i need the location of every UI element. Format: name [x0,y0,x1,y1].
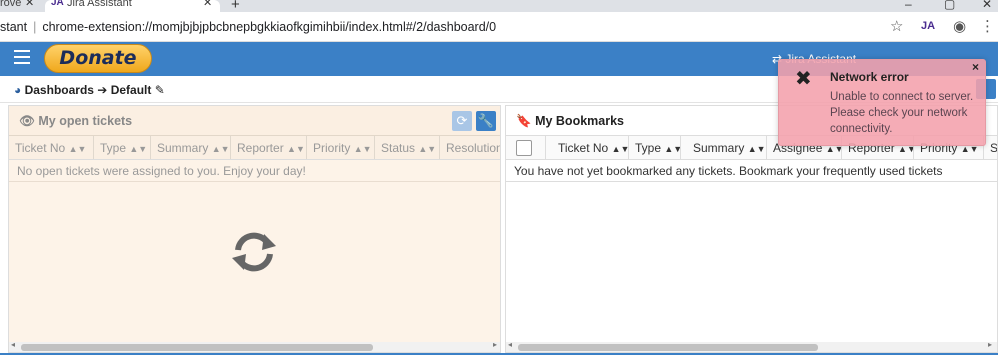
eye-icon: 👁 [19,114,35,128]
column-header[interactable]: Ticket No ▲▼ [546,136,629,159]
breadcrumb-current: Default [110,83,152,97]
minimize-icon[interactable]: – [905,0,912,11]
url-separator: | [33,20,37,34]
wrench-icon: 🔧 [477,113,495,128]
panel-title-text: My Bookmarks [535,114,624,128]
column-label: Type [635,141,662,155]
column-label: Summary [157,141,209,155]
loading-spinner-icon [232,232,276,272]
horizontal-scrollbar[interactable]: ◂ ▸ [9,340,500,352]
row-divider [506,181,997,182]
scrollbar-thumb[interactable] [518,344,818,351]
toast-close-button[interactable]: × [972,60,979,74]
donate-button[interactable]: Donate [44,44,152,73]
sort-icon: ▲▼ [211,144,230,154]
scroll-right-icon[interactable]: ▸ [988,340,992,349]
sort-icon: ▲▼ [287,144,305,154]
column-header[interactable]: Reporter ▲▼ [231,136,307,159]
jira-assistant-favicon-icon: JA [51,0,64,8]
scroll-left-icon[interactable]: ◂ [508,340,512,349]
tab-label: Jira Assistant [67,0,132,9]
column-header[interactable]: Resolution [440,136,500,159]
settings-button[interactable]: 🔧 [476,111,496,131]
sort-icon: ▲▼ [68,144,87,154]
panel-header: 👁 My open tickets ⟳ 🔧 [9,106,500,136]
column-header[interactable]: Status ▲▼ [375,136,440,159]
column-header[interactable]: Type ▲▼ [629,136,681,159]
column-label: Resolution [446,141,500,155]
sort-icon: ▲▼ [747,144,766,154]
tab-label: rove [0,0,22,9]
url-text: chrome-extension://momjbjbjpbcbnepbgkkia… [42,20,497,34]
edit-icon[interactable]: ✎ [155,83,165,97]
url-field[interactable]: stant | chrome-extension://momjbjbjpbcbnep… [0,20,496,34]
column-header[interactable]: Type ▲▼ [94,136,151,159]
refresh-button[interactable]: ⟳ [452,111,472,131]
refresh-icon: ⟳ [456,113,468,128]
bookmark-icon: 🔖 [516,114,532,128]
profile-icon[interactable]: ◉ [953,17,966,35]
new-tab-icon[interactable]: + [231,0,240,12]
empty-message: You have not yet bookmarked any tickets.… [514,164,943,178]
close-window-icon[interactable]: ✕ [982,0,992,11]
bookmark-star-icon[interactable]: ☆ [890,17,903,35]
maximize-icon[interactable]: ▢ [944,0,955,11]
sort-icon: ▲▼ [129,144,148,154]
column-header[interactable]: Summary ▲▼ [681,136,767,159]
column-label: Reporter [237,141,284,155]
select-all-column [506,136,546,159]
my-open-tickets-panel: 👁 My open tickets ⟳ 🔧 Ticket No ▲▼ Type … [8,105,501,353]
column-header[interactable]: Summary ▲▼ [151,136,231,159]
sort-icon: ▲▼ [664,144,681,154]
close-tab-icon[interactable]: ✕ [203,0,212,9]
scroll-left-icon[interactable]: ◂ [11,340,15,349]
empty-message: No open tickets were assigned to you. En… [17,164,306,178]
url-prefix: stant [0,20,28,34]
toast-title: Network error [830,70,909,84]
panel-title: 🔖 My Bookmarks [516,114,624,129]
browser-tabstrip: rove ✕ JA Jira Assistant ✕ + – ▢ ✕ [0,0,998,12]
select-all-checkbox[interactable] [516,140,532,156]
close-tab-icon[interactable]: ✕ [25,0,34,9]
column-label: Summary [693,141,745,155]
jira-assistant-extension-icon[interactable]: JA [921,20,935,32]
column-label: Ticket No [558,141,609,155]
breadcrumb-dashboards[interactable]: Dashboards [25,83,94,97]
panel-title: 👁 My open tickets [19,114,132,129]
column-header[interactable]: Priority ▲▼ [307,136,375,159]
sort-icon: ▲▼ [611,144,629,154]
dashboard-icon: ◕ [14,83,22,97]
horizontal-scrollbar[interactable]: ◂ ▸ [506,340,997,352]
network-error-toast[interactable]: ✖ Network error Unable to connect to ser… [778,59,986,146]
column-label: Ticket No [15,141,66,155]
arrow-right-icon: ➔ [97,83,108,97]
column-label: Status [381,141,416,155]
sort-icon: ▲▼ [418,144,437,154]
row-divider [9,181,500,182]
browser-menu-icon[interactable]: ⋮ [980,17,995,35]
table-header: Ticket No ▲▼ Type ▲▼ Summary ▲▼ Reporter… [9,136,500,160]
browser-tab[interactable]: rove ✕ [0,0,45,12]
scroll-right-icon[interactable]: ▸ [493,340,497,349]
sort-icon: ▲▼ [353,144,372,154]
breadcrumb: ◕ Dashboards ➔ Default ✎ [14,83,165,97]
browser-tab-active[interactable]: JA Jira Assistant ✕ [45,0,220,12]
panel-title-text: My open tickets [38,114,133,128]
column-label: S [990,141,997,155]
scrollbar-thumb[interactable] [21,344,373,351]
menu-icon[interactable] [14,50,30,64]
column-label: Priority [313,141,351,155]
column-label: Type [100,141,127,155]
column-header[interactable]: Ticket No ▲▼ [9,136,94,159]
address-bar: stant | chrome-extension://momjbjbjpbcbnep… [0,12,998,42]
next-widget-row [0,353,998,363]
toast-message: Unable to connect to server. Please chec… [830,91,974,135]
error-x-icon: ✖ [795,68,812,90]
